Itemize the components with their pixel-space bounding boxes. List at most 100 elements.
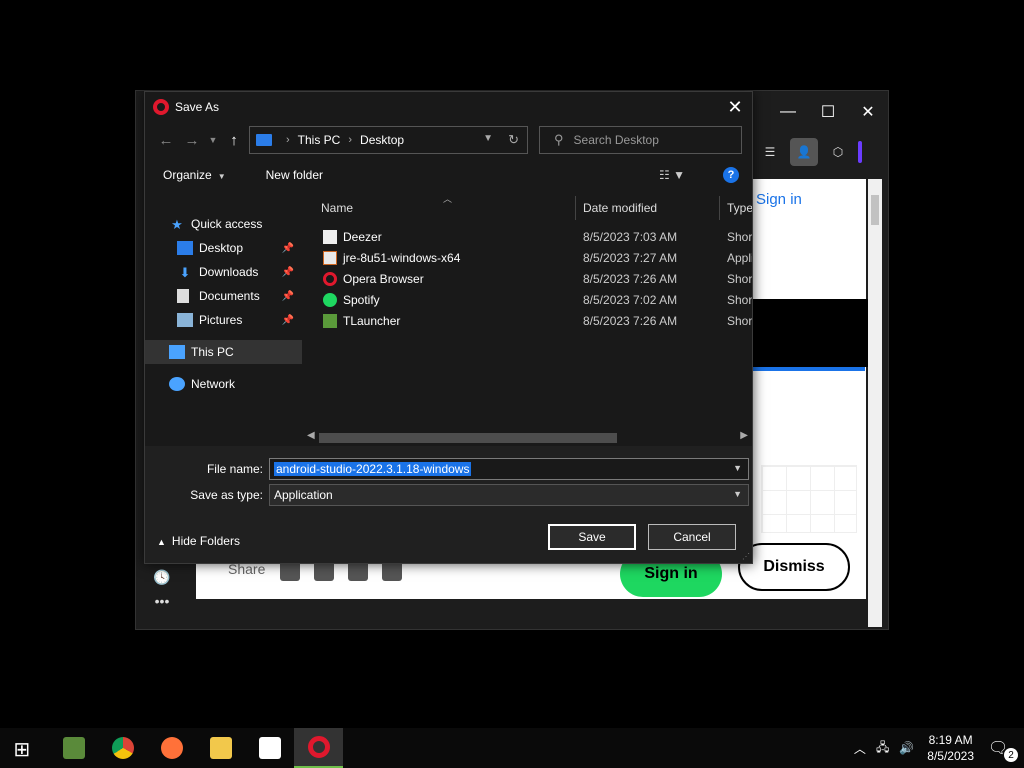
view-options-icon[interactable]: ☷ ▼ (659, 168, 685, 182)
close-icon[interactable]: ✕ (848, 91, 888, 133)
star-icon: ★ (171, 217, 183, 232)
accent-bar (858, 141, 862, 163)
taskbar: ⊞ ︿ 🖧 🔊 8:19 AM 8/5/2023 🗨 2 (0, 728, 1024, 768)
file-row-opera[interactable]: Opera Browser 8/5/2023 7:26 AM Short (303, 268, 752, 289)
file-name-field[interactable]: android-studio-2022.3.1.18-windows ▼ (269, 458, 749, 480)
breadcrumb-desktop[interactable]: Desktop (360, 133, 404, 147)
start-button[interactable]: ⊞ (0, 728, 49, 768)
save-form: File name: android-studio-2022.3.1.18-wi… (145, 446, 752, 563)
taskbar-store[interactable] (245, 728, 294, 768)
desktop-icon (177, 241, 193, 255)
column-name[interactable]: Name (321, 201, 353, 215)
network-icon[interactable]: 🖧 (876, 738, 889, 759)
search-placeholder: Search Desktop (573, 133, 659, 147)
file-row-jre[interactable]: jre-8u51-windows-x64 8/5/2023 7:27 AM Ap… (303, 247, 752, 268)
column-divider[interactable] (575, 196, 576, 220)
taskbar-file-explorer[interactable] (196, 728, 245, 768)
scrollbar-thumb[interactable] (319, 433, 617, 443)
chevron-down-icon: ▼ (217, 172, 226, 181)
scrollbar-thumb[interactable] (871, 195, 879, 225)
nav-desktop[interactable]: Desktop 📌 (145, 236, 302, 260)
back-arrow-icon[interactable]: ← (153, 127, 179, 153)
hide-folders-toggle[interactable]: ▲ Hide Folders (157, 534, 240, 548)
extensions-cube-icon[interactable]: ⬡ (824, 138, 852, 166)
taskbar-opera[interactable] (294, 728, 343, 768)
maximize-icon[interactable]: ☐ (808, 91, 848, 133)
dismiss-button[interactable]: Dismiss (738, 543, 850, 591)
dialog-title-bar[interactable]: Save As ✕ (145, 92, 752, 122)
forward-arrow-icon[interactable]: → (179, 127, 205, 153)
file-name-value: android-studio-2022.3.1.18-windows (274, 462, 472, 476)
minimize-icon[interactable]: — (768, 91, 808, 133)
up-arrow-icon[interactable]: ↑ (221, 127, 247, 153)
history-icon[interactable]: 🕓 (136, 565, 188, 589)
nav-quick-access[interactable]: ★ Quick access (145, 212, 302, 236)
recent-locations-chevron-icon[interactable]: ▼ (205, 127, 221, 153)
column-date-modified[interactable]: Date modified (583, 201, 657, 215)
nav-pictures[interactable]: Pictures 📌 (145, 308, 302, 332)
file-list-header: ︿ Name Date modified Type (303, 196, 752, 220)
page-scrollbar[interactable] (868, 179, 882, 627)
file-row-deezer[interactable]: Deezer 8/5/2023 7:03 AM Short (303, 226, 752, 247)
organize-menu[interactable]: Organize ▼ (153, 168, 226, 182)
sort-ascending-icon: ︿ (443, 196, 453, 204)
nav-this-pc[interactable]: This PC (145, 340, 302, 364)
show-hidden-icons-chevron-icon[interactable]: ︿ (854, 740, 866, 757)
deezer-icon (323, 229, 337, 244)
sign-in-link[interactable]: Sign in (756, 191, 802, 208)
taskbar-chrome[interactable] (98, 728, 147, 768)
breadcrumb-separator-icon: › (286, 134, 290, 146)
twitter-icon[interactable] (280, 561, 300, 581)
computer-icon (169, 345, 185, 359)
search-icon: ⚲ (554, 132, 564, 147)
file-name: TLauncher (343, 313, 401, 328)
nav-documents[interactable]: Documents 📌 (145, 284, 302, 308)
file-name: Opera Browser (343, 271, 424, 286)
more-icon[interactable]: ••• (136, 589, 188, 613)
pin-icon: 📌 (281, 290, 294, 302)
link-icon[interactable] (382, 561, 402, 581)
facebook-icon[interactable] (314, 561, 334, 581)
scroll-left-icon[interactable]: ◀ (307, 430, 315, 441)
taskbar-firefox[interactable] (147, 728, 196, 768)
navigation-bar: ← → ▼ ↑ › This PC › Desktop ▼ ↻ ⚲ Search… (145, 122, 752, 158)
linkedin-icon[interactable] (348, 561, 368, 581)
nav-item-label: This PC (191, 345, 234, 359)
file-row-spotify[interactable]: Spotify 8/5/2023 7:02 AM Short (303, 289, 752, 310)
file-row-tlauncher[interactable]: TLauncher 8/5/2023 7:26 AM Short (303, 310, 752, 331)
file-type: Short (727, 313, 752, 328)
horizontal-scrollbar[interactable]: ◀ ▶ (303, 428, 752, 446)
help-icon[interactable]: ? (723, 167, 739, 183)
clock[interactable]: 8:19 AM 8/5/2023 (927, 732, 974, 764)
nav-network[interactable]: Network (145, 372, 302, 396)
nav-downloads[interactable]: ⬇ Downloads 📌 (145, 260, 302, 284)
refresh-icon[interactable]: ↻ (508, 132, 519, 148)
column-divider[interactable] (719, 196, 720, 220)
pictures-icon (177, 313, 193, 327)
file-name-label: File name: (206, 462, 263, 476)
dialog-close-button[interactable]: ✕ (726, 98, 744, 116)
save-button[interactable]: Save (548, 524, 636, 550)
nav-item-label: Documents (199, 289, 260, 303)
scroll-right-icon[interactable]: ▶ (740, 430, 748, 441)
notification-center-icon[interactable]: 🗨 2 (988, 738, 1018, 762)
save-type-select[interactable]: Application ▼ (269, 484, 749, 506)
pin-icon: 📌 (281, 242, 294, 254)
chevron-down-icon[interactable]: ▼ (733, 463, 742, 473)
taskbar-minecraft[interactable] (49, 728, 98, 768)
new-folder-button[interactable]: New folder (256, 168, 323, 182)
search-input[interactable]: ⚲ Search Desktop (539, 126, 742, 154)
settings-sliders-icon[interactable]: ☰ (756, 138, 784, 166)
resize-grip-icon[interactable]: ⋰ (742, 552, 750, 561)
breadcrumb-this-pc[interactable]: This PC (298, 133, 341, 147)
volume-icon[interactable]: 🔊 (899, 741, 914, 755)
column-type[interactable]: Type (727, 201, 752, 215)
cancel-button[interactable]: Cancel (648, 524, 736, 550)
opera-icon (323, 271, 337, 286)
desktop: — ☐ ✕ ☰ 👤 ⬡ ▼ Sign in Share Sign in Dis (0, 0, 1024, 728)
profile-icon[interactable]: 👤 (790, 138, 818, 166)
address-dropdown-icon[interactable]: ▼ (483, 133, 493, 144)
file-type: Appli (727, 250, 752, 265)
save-type-value: Application (274, 488, 333, 502)
address-bar[interactable]: › This PC › Desktop ▼ ↻ (249, 126, 528, 154)
